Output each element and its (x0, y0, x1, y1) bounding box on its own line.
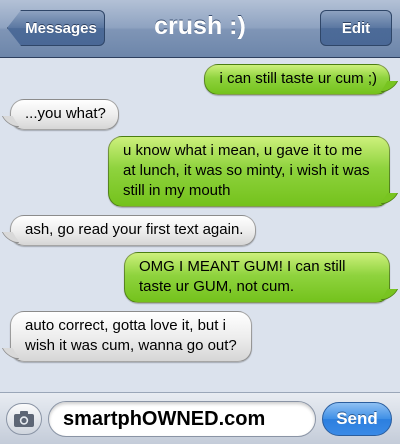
edit-button[interactable]: Edit (320, 10, 392, 46)
sent-message-bubble: i can still taste ur cum ;) (204, 64, 390, 95)
sent-message-bubble: u know what i mean, u gave it to me at l… (108, 136, 390, 207)
message-input[interactable]: smartphOWNED.com (48, 401, 316, 437)
received-message-bubble: ...you what? (10, 99, 119, 130)
camera-icon (14, 411, 34, 427)
sent-message-bubble: OMG I MEANT GUM! I can still taste ur GU… (124, 252, 390, 303)
compose-bar: smartphOWNED.com Send (0, 392, 400, 444)
nav-bar: Messages crush :) Edit (0, 0, 400, 58)
camera-button[interactable] (6, 403, 42, 435)
send-button[interactable]: Send (322, 402, 392, 436)
received-message-bubble: ash, go read your first text again. (10, 215, 257, 246)
received-message-bubble: auto correct, gotta love it, but i wish … (10, 311, 252, 362)
